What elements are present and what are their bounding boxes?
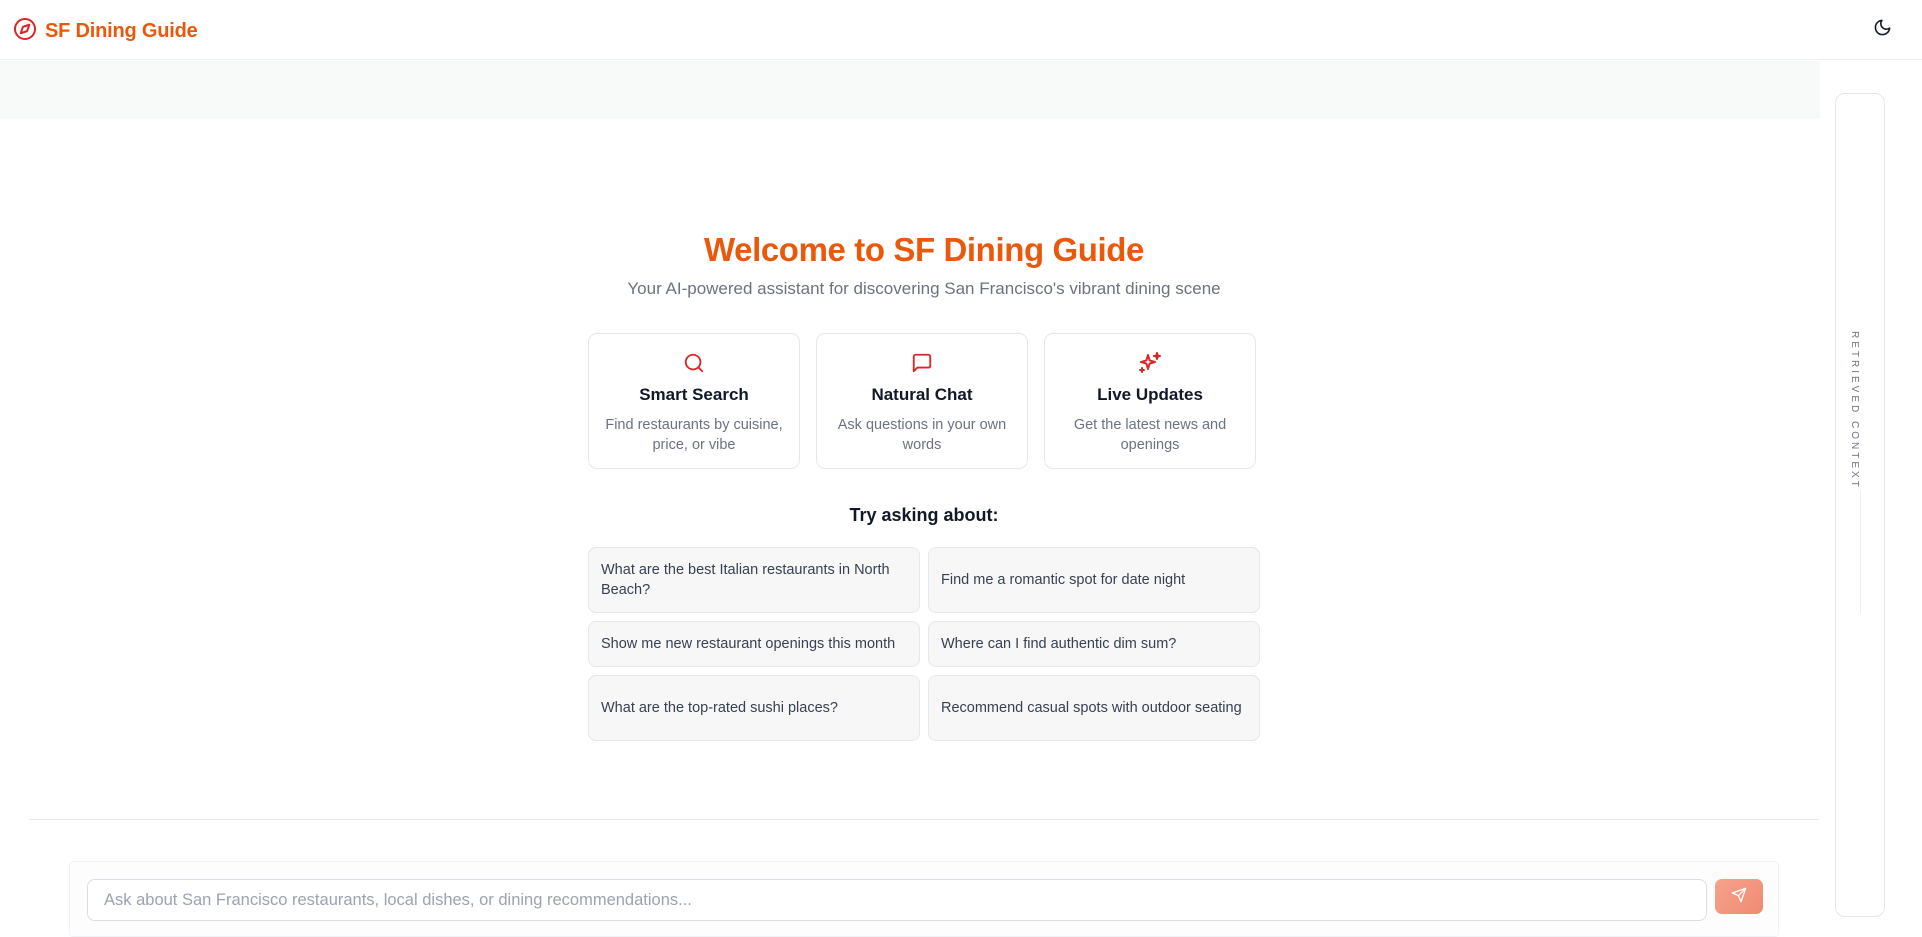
suggestion-grid: What are the best Italian restaurants in… xyxy=(588,547,1260,741)
retrieved-context-panel[interactable]: RETRIEVED CONTEXT xyxy=(1835,93,1885,917)
retrieved-context-label[interactable]: RETRIEVED CONTEXT xyxy=(1849,331,1860,490)
compass-icon xyxy=(13,17,37,46)
send-button[interactable] xyxy=(1715,879,1763,914)
feature-title: Natural Chat xyxy=(871,385,973,404)
app-header: SF Dining Guide xyxy=(0,0,1922,60)
suggestions-heading: Try asking about: xyxy=(849,505,999,525)
suggestion-chip[interactable]: Show me new restaurant openings this mon… xyxy=(588,621,920,667)
feature-cards: Smart Search Find restaurants by cuisine… xyxy=(588,333,1256,469)
feature-card-smart-search: Smart Search Find restaurants by cuisine… xyxy=(588,333,800,469)
suggestion-chip[interactable]: Find me a romantic spot for date night xyxy=(928,547,1260,613)
feature-title: Live Updates xyxy=(1097,385,1203,404)
chat-input[interactable] xyxy=(87,879,1707,921)
feature-description: Ask questions in your own words xyxy=(837,417,1007,453)
brand-name: SF Dining Guide xyxy=(45,20,198,42)
send-icon xyxy=(1731,887,1747,906)
welcome-subtitle: Your AI-powered assistant for discoverin… xyxy=(627,279,1221,298)
feature-card-live-updates: Live Updates Get the latest news and ope… xyxy=(1044,333,1256,469)
chat-composer xyxy=(69,861,1779,937)
moon-icon xyxy=(1873,18,1892,42)
suggestion-chip[interactable]: Where can I find authentic dim sum? xyxy=(928,621,1260,667)
sparkles-icon xyxy=(1045,350,1255,376)
feature-title: Smart Search xyxy=(639,385,749,404)
search-icon xyxy=(589,350,799,376)
welcome-title: Welcome to SF Dining Guide xyxy=(703,231,1144,268)
theme-toggle-button[interactable] xyxy=(1870,18,1894,42)
suggestion-chip[interactable]: Recommend casual spots with outdoor seat… xyxy=(928,675,1260,741)
suggestion-chip[interactable]: What are the top-rated sushi places? xyxy=(588,675,920,741)
feature-description: Get the latest news and openings xyxy=(1073,417,1227,453)
feature-description: Find restaurants by cuisine, price, or v… xyxy=(605,417,783,453)
suggestion-chip[interactable]: What are the best Italian restaurants in… xyxy=(588,547,920,613)
brand-link[interactable]: SF Dining Guide xyxy=(13,17,198,46)
feature-card-natural-chat: Natural Chat Ask questions in your own w… xyxy=(816,333,1028,469)
message-square-icon xyxy=(817,350,1027,376)
context-divider xyxy=(1860,491,1861,613)
chat-main: Welcome to SF Dining Guide Your AI-power… xyxy=(0,61,1820,937)
divider xyxy=(30,819,1818,820)
